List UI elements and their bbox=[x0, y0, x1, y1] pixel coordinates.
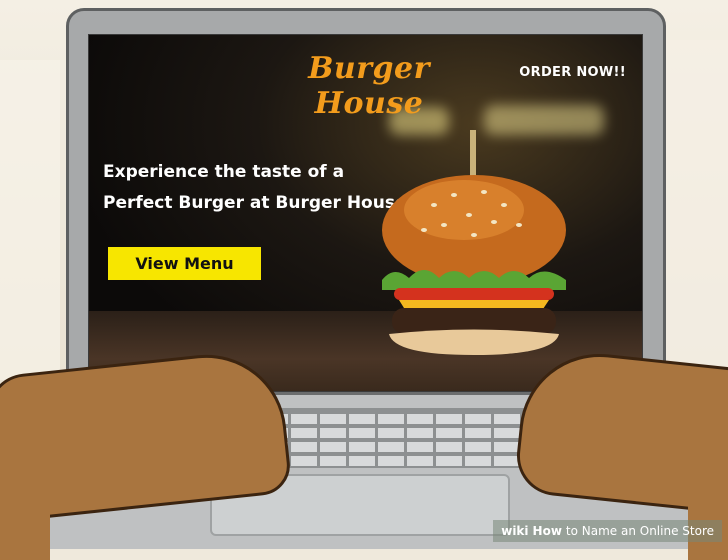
order-now-link[interactable]: ORDER NOW!! bbox=[519, 65, 626, 80]
hero-headline-line-1: Experience the taste of a bbox=[103, 162, 345, 182]
wikihow-watermark: wiki How to Name an Online Store bbox=[493, 520, 722, 542]
hero-headline-line-2: Perfect Burger at Burger House bbox=[103, 193, 407, 213]
laptop-screen: Burger House ORDER NOW!! Experience the … bbox=[88, 34, 643, 392]
watermark-title: to Name an Online Store bbox=[565, 524, 714, 538]
watermark-how: How bbox=[532, 524, 562, 538]
background-window-left bbox=[0, 60, 60, 380]
watermark-prefix: wiki bbox=[501, 524, 529, 538]
site-logo[interactable]: Burger House bbox=[269, 51, 469, 121]
background-window-right bbox=[658, 40, 728, 370]
burger-photo bbox=[382, 130, 566, 355]
left-arm bbox=[0, 430, 50, 560]
view-menu-button[interactable]: View Menu bbox=[108, 247, 261, 280]
